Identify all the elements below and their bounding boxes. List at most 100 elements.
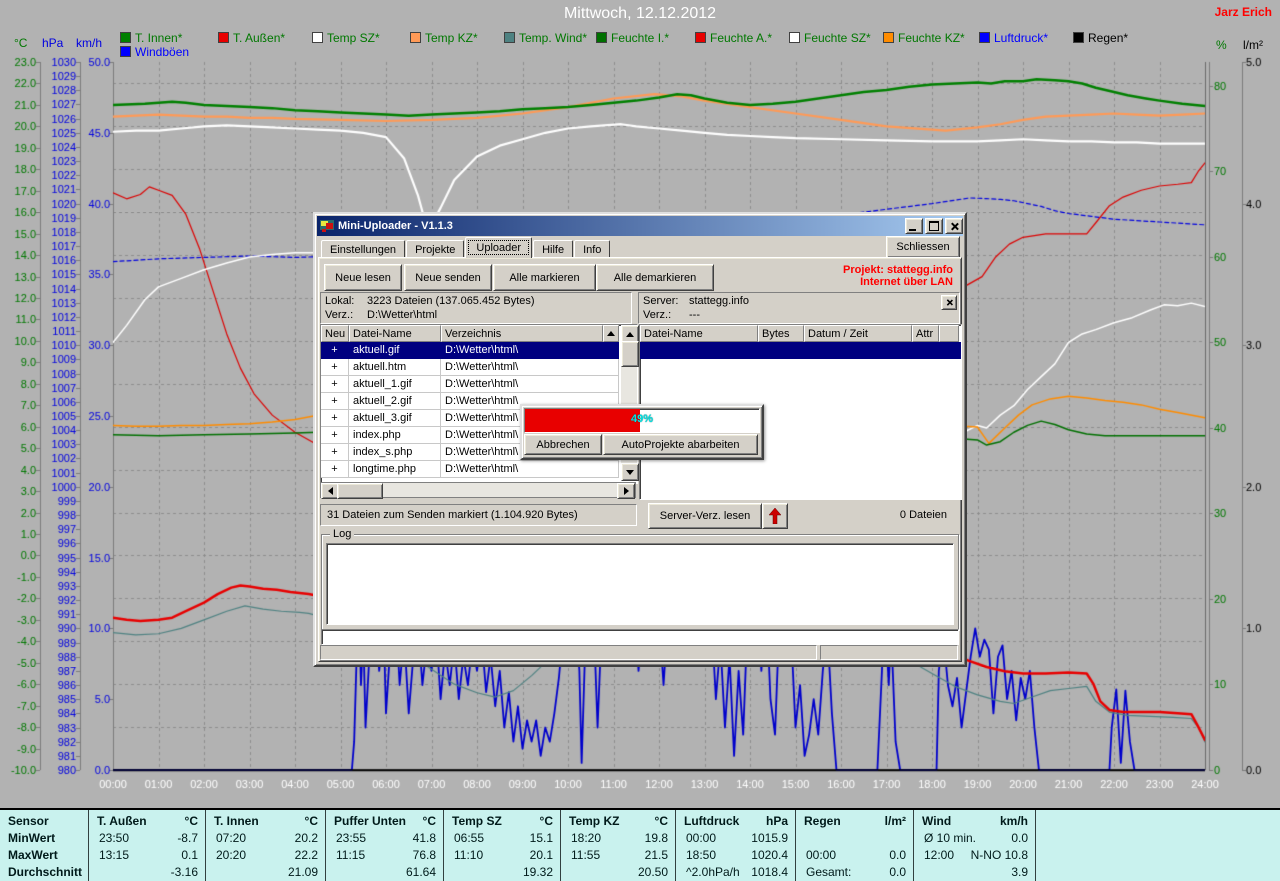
file-neu: + [321, 359, 349, 376]
triangle-right-icon [624, 487, 629, 495]
summary-value-row: 3.9 [914, 863, 1036, 880]
summary-value-row: 13:150.1 [89, 846, 206, 863]
schliessen-button[interactable]: Schliessen [886, 236, 960, 258]
log-output[interactable] [326, 543, 954, 625]
legend-item-feuchte-sz-: Feuchte SZ* [789, 31, 871, 44]
sensor-name: T. Außen [97, 814, 147, 828]
abbrechen-label: Abbrechen [536, 439, 589, 451]
value-number: -3.16 [171, 865, 198, 879]
summary-column-regen: Regenl/m²00:000.0Gesamt:0.0 [795, 810, 914, 881]
value-time: 11:10 [452, 848, 483, 862]
legend-item-feuchte-i-: Feuchte I.* [596, 31, 669, 44]
server-verz-lesen-label: Server-Verz. lesen [660, 510, 750, 522]
summary-value-row: -3.16 [89, 863, 206, 880]
legend-label: Feuchte I.* [611, 31, 669, 45]
value-number: 22.2 [295, 848, 318, 862]
summary-column-end [1035, 810, 1036, 881]
legend-item-temp-kz-: Temp KZ* [410, 31, 478, 44]
scroll-down-button[interactable] [621, 463, 639, 481]
file-dir: D:\Wetter\html\ [441, 376, 619, 393]
axis-unit-lm2: l/m² [1243, 38, 1263, 52]
column-header-verzeichnis[interactable]: Verzeichnis [441, 325, 603, 342]
server-column-header-attr[interactable]: Attr [912, 325, 939, 342]
legend-swatch-icon [218, 32, 229, 43]
tab-uploader[interactable]: Uploader [465, 237, 532, 258]
server-column-header-dateiname[interactable]: Datei-Name [640, 325, 758, 342]
toolbar-button-alle-markieren[interactable]: Alle markieren [493, 264, 596, 291]
local-grid-hscrollbar[interactable] [320, 482, 636, 498]
minimize-button[interactable] [905, 218, 923, 234]
legend-item-temp-sz-: Temp SZ* [312, 31, 380, 44]
legend-label: Feuchte KZ* [898, 31, 965, 45]
close-icon [950, 222, 959, 231]
file-name: index.php [349, 427, 441, 444]
column-header-neu[interactable]: Neu [321, 325, 349, 342]
value-time: Ø 10 min. [922, 831, 976, 845]
server-panel-close-button[interactable] [941, 295, 957, 310]
legend-swatch-icon [695, 32, 706, 43]
server-verz-lesen-button[interactable]: Server-Verz. lesen [648, 503, 762, 529]
legend-item-feuchte-kz-: Feuchte KZ* [883, 31, 965, 44]
server-grid-selected-row[interactable] [640, 342, 961, 359]
marked-text: 31 Dateien zum Senden markiert (1.104.92… [327, 509, 578, 521]
abbrechen-button[interactable]: Abbrechen [524, 434, 602, 455]
server-dir: --- [689, 308, 700, 322]
local-info-panel: Lokal: 3223 Dateien (137.065.452 Bytes) … [320, 292, 632, 324]
file-row[interactable]: +aktuell.gifD:\Wetter\html\ [321, 342, 619, 359]
autoprojekte-button[interactable]: AutoProjekte abarbeiten [603, 434, 758, 455]
file-dir: D:\Wetter\html\ [441, 342, 619, 359]
file-row[interactable]: +longtime.phpD:\Wetter\html\ [321, 461, 619, 478]
upload-button[interactable] [762, 503, 788, 529]
tab-hilfe[interactable]: Hilfe [533, 240, 573, 258]
legend-label: Temp. Wind* [519, 31, 587, 45]
summary-value-row [796, 829, 914, 846]
schliessen-label: Schliessen [896, 241, 949, 253]
server-grid-header: Datei-NameBytesDatum / ZeitAttr [640, 325, 959, 342]
sensor-unit: km/h [1000, 814, 1028, 828]
tab-einstellungen[interactable]: Einstellungen [321, 240, 405, 258]
axis-unit-c: °C [14, 36, 27, 50]
project-name: Projekt: stattegg.info [843, 264, 953, 276]
server-column-header-datumzeit[interactable]: Datum / Zeit [804, 325, 912, 342]
sensor-name: Temp SZ [452, 814, 502, 828]
summary-column-wind: Windkm/hØ 10 min.0.012:00N-NO 10.83.9 [913, 810, 1036, 881]
triangle-up-icon [626, 332, 634, 337]
toolbar-button-neue-senden[interactable]: Neue senden [404, 264, 492, 291]
column-header-dateiname[interactable]: Datei-Name [349, 325, 441, 342]
summary-value-row: 12:00N-NO 10.8 [914, 846, 1036, 863]
legend-item-temp-wind-: Temp. Wind* [504, 31, 587, 44]
maximize-button[interactable] [925, 218, 943, 234]
legend-swatch-icon [979, 32, 990, 43]
toolbar-button-neue-lesen[interactable]: Neue lesen [324, 264, 402, 291]
sensor-name: Wind [922, 814, 951, 828]
summary-value-row: 18:501020.4 [676, 846, 796, 863]
vscroll-thumb[interactable] [621, 341, 639, 367]
value-number: 21.09 [288, 865, 318, 879]
value-number: 76.8 [413, 848, 436, 862]
upload-progress-bar: 49% [524, 408, 760, 433]
close-button[interactable] [945, 218, 963, 234]
sort-ascending-button[interactable] [603, 325, 619, 342]
summary-value-row: 20:2022.2 [206, 846, 326, 863]
scroll-right-button[interactable] [617, 483, 635, 499]
toolbar-button-alle-demarkieren[interactable]: Alle demarkieren [596, 264, 714, 291]
summary-column-temp-kz: Temp KZ°C18:2019.811:5521.520.50 [560, 810, 676, 881]
statusbar-panel-right [820, 645, 958, 660]
server-column-header-bytes[interactable]: Bytes [758, 325, 804, 342]
tab-info[interactable]: Info [574, 240, 610, 258]
value-number: 0.0 [889, 865, 906, 879]
project-connection: Internet über LAN [843, 276, 953, 288]
window-titlebar[interactable]: Mini-Uploader - V1.1.3 [317, 216, 963, 236]
file-name: longtime.php [349, 461, 441, 478]
hscroll-thumb[interactable] [337, 483, 383, 499]
sensor-name: Luftdruck [684, 814, 739, 828]
tab-projekte[interactable]: Projekte [406, 240, 464, 258]
file-row[interactable]: +aktuell.htmD:\Wetter\html\ [321, 359, 619, 376]
sensor-unit: °C [185, 814, 198, 828]
value-time: 18:20 [569, 831, 601, 845]
value-time: 23:50 [97, 831, 129, 845]
file-row[interactable]: +aktuell_1.gifD:\Wetter\html\ [321, 376, 619, 393]
legend-swatch-icon [1073, 32, 1084, 43]
value-number: 1020.4 [751, 848, 788, 862]
summary-value-row: 11:5521.5 [561, 846, 676, 863]
